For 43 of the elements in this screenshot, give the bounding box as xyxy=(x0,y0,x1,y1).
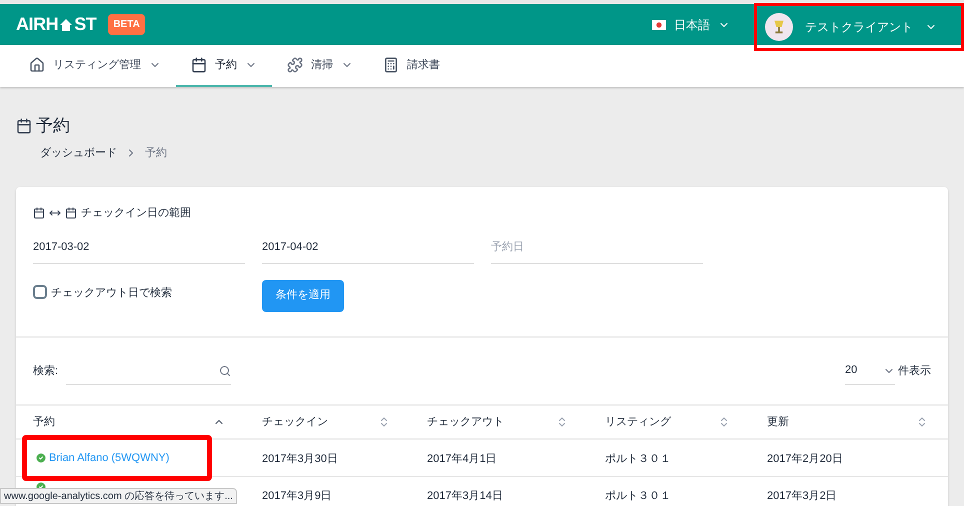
status-bar: www.google-analytics.com の応答を待っています... xyxy=(0,488,237,504)
checkbox-label: チェックアウト日で検索 xyxy=(51,286,172,300)
search-label: 検索: xyxy=(33,364,58,379)
puzzle-icon xyxy=(287,57,303,73)
page-title: 予約 xyxy=(36,115,70,137)
breadcrumb-item: 予約 xyxy=(145,146,167,160)
nav-tab[interactable]: 清掃 xyxy=(272,45,368,87)
column-header[interactable]: リスティング xyxy=(588,414,750,430)
table-cell: 2017年4月1日 xyxy=(427,453,497,465)
nav-tab[interactable]: 請求書 xyxy=(368,45,455,87)
page-size-label: 件表示 xyxy=(898,364,931,379)
nav-tab[interactable]: リスティング管理 xyxy=(14,45,176,87)
calendar-icon xyxy=(191,57,207,73)
calendar-icon xyxy=(65,207,77,220)
booking-date-field[interactable]: 予約日 xyxy=(491,232,703,264)
page-size-select[interactable]: 20 xyxy=(845,357,895,385)
column-header[interactable]: 予約 xyxy=(16,414,245,430)
table-cell: ポルト３０１ xyxy=(605,490,671,502)
home-icon xyxy=(29,57,45,73)
calendar-icon xyxy=(16,118,32,134)
table-cell: 2017年3月2日 xyxy=(767,490,837,502)
japan-flag-icon xyxy=(652,20,666,30)
house-icon xyxy=(59,18,74,32)
table-cell: 2017年3月30日 xyxy=(262,453,338,465)
column-header[interactable]: 更新 xyxy=(750,414,948,430)
calculator-icon xyxy=(383,57,399,73)
column-header[interactable]: チェックアウト xyxy=(410,414,588,430)
range-label: チェックイン日の範囲 xyxy=(81,206,191,221)
end-date-field[interactable]: 2017-04-02 xyxy=(262,232,474,264)
start-date-field[interactable]: 2017-03-02 xyxy=(33,232,245,264)
logo[interactable]: AIRH ST xyxy=(16,11,96,38)
table-cell: 2017年2月20日 xyxy=(767,453,843,465)
table-cell: 2017年3月14日 xyxy=(427,490,503,502)
table-cell: ポルト３０１ xyxy=(605,453,671,465)
calendar-icon xyxy=(33,207,45,220)
search-icon xyxy=(219,364,232,376)
beta-badge: BETA xyxy=(108,14,145,35)
nav-tab[interactable]: 予約 xyxy=(176,45,272,87)
language-menu[interactable]: 日本語 xyxy=(652,16,730,34)
column-header[interactable]: チェックイン xyxy=(245,414,410,430)
breadcrumb-item[interactable]: ダッシュボード xyxy=(40,144,117,161)
table-cell: 2017年3月9日 xyxy=(262,490,332,502)
checkbox[interactable] xyxy=(33,284,47,298)
